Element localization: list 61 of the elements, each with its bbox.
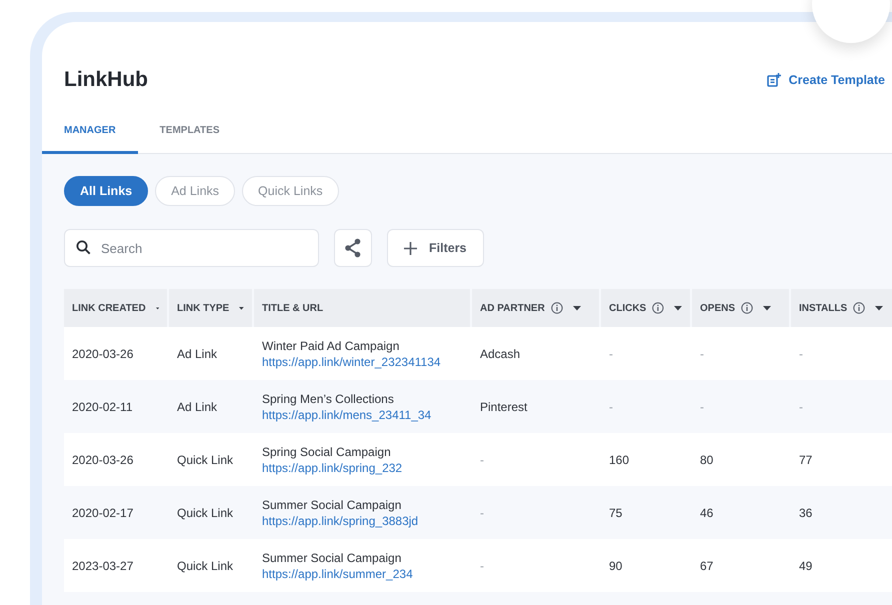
table-cell: - xyxy=(480,506,484,520)
caret-icon xyxy=(674,306,682,310)
table-cell: - xyxy=(799,400,803,414)
table-cell: 2020-03-26 xyxy=(72,346,134,360)
info-icon xyxy=(550,302,563,314)
info-icon xyxy=(652,302,664,314)
table-cell: 36 xyxy=(799,506,812,520)
table-cell: 90 xyxy=(609,558,622,572)
table-cell: Pinterest xyxy=(480,400,528,414)
table-cell: - xyxy=(609,400,613,414)
table-cell: 2020-02-11 xyxy=(72,400,132,414)
link-title: Spring Men’s Collections xyxy=(262,392,394,406)
table-cell: - xyxy=(700,400,704,414)
table-cell: Quick Link xyxy=(177,452,234,466)
filter-chip[interactable]: Ad Links xyxy=(155,176,236,206)
table-cell: Ad Link xyxy=(177,400,218,414)
link-url[interactable]: https://app.link/spring_3883jd xyxy=(262,514,418,528)
table-cell: - xyxy=(609,346,613,360)
table-cell: Quick Link xyxy=(177,558,234,572)
info-icon xyxy=(741,302,754,314)
search-field[interactable]: Search xyxy=(64,229,319,267)
share-button[interactable] xyxy=(334,229,372,267)
table-cell: 2020-02-17 xyxy=(72,506,134,520)
link-title: Winter Paid Ad Campaign xyxy=(262,338,400,352)
table-cell: 46 xyxy=(700,506,714,520)
link-url[interactable]: https://app.link/mens_23411_34 xyxy=(262,408,432,422)
link-url[interactable]: https://app.link/summer_234 xyxy=(262,566,413,580)
link-title: Summer Social Campaign xyxy=(262,550,402,564)
share-icon xyxy=(344,238,362,258)
info-icon xyxy=(853,302,866,314)
table-cell: Ad Link xyxy=(177,346,218,360)
link-url[interactable]: https://app.link/spring_232 xyxy=(262,460,402,474)
caret-icon xyxy=(763,306,772,310)
plus-icon xyxy=(404,242,417,254)
table-cell: - xyxy=(480,452,484,466)
table-cell: - xyxy=(480,558,484,572)
link-title: Spring Social Campaign xyxy=(262,444,391,458)
caret-icon xyxy=(875,306,884,310)
table-cell: Adcash xyxy=(480,346,520,360)
caret-icon xyxy=(572,306,581,310)
table-cell: 77 xyxy=(799,452,812,466)
table-cell: 160 xyxy=(609,452,630,466)
table-cell: 75 xyxy=(609,506,622,520)
filter-chip[interactable]: All Links xyxy=(64,176,148,206)
table-cell: 80 xyxy=(700,452,714,466)
table-cell: 2023-03-27 xyxy=(72,558,134,572)
filter-chip[interactable]: Quick Links xyxy=(242,176,339,206)
table-cell: - xyxy=(799,346,803,360)
link-url[interactable]: https://app.link/winter_232341134 xyxy=(262,354,441,368)
table-cell: 67 xyxy=(700,558,714,572)
tab[interactable]: TEMPLATES xyxy=(138,125,242,154)
table-cell: 2020-03-26 xyxy=(72,452,134,466)
create-template-button[interactable]: Create Template xyxy=(766,73,885,87)
table-cell: 49 xyxy=(799,558,812,572)
app-title: LinkHub xyxy=(64,68,148,92)
filters-button[interactable]: Filters xyxy=(387,229,484,267)
caret-icon xyxy=(239,306,244,310)
link-title: Summer Social Campaign xyxy=(262,498,402,512)
add-document-icon xyxy=(766,73,781,87)
table-cell: - xyxy=(700,346,704,360)
table-cell: Quick Link xyxy=(177,506,234,520)
